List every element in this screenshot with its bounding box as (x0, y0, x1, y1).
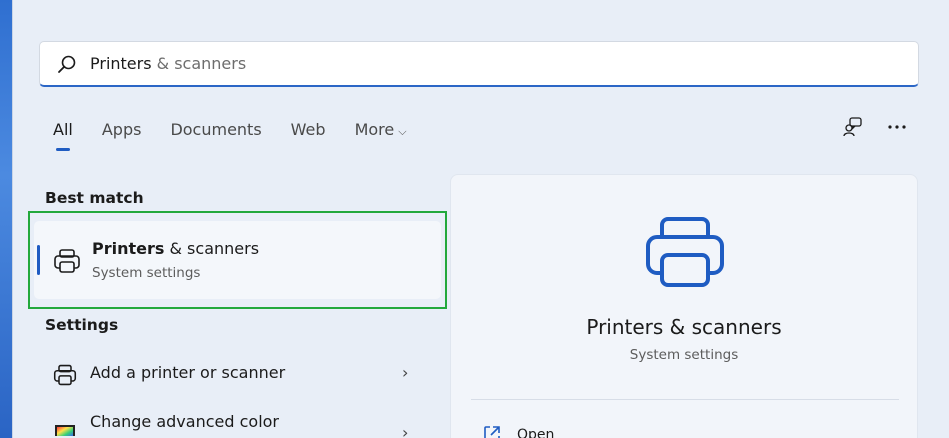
tab-more-label: More (354, 120, 395, 139)
search-input[interactable]: Printers & scanners (90, 54, 246, 73)
desktop-wallpaper-edge (0, 0, 12, 438)
list-item-advanced-color[interactable]: Change advanced color › (40, 401, 432, 438)
detail-subtitle: System settings (629, 347, 739, 363)
best-match-heading: Best match (45, 189, 144, 207)
best-match-item[interactable]: Printers & scanners System settings (34, 221, 441, 299)
color-settings-icon (55, 425, 75, 436)
settings-heading: Settings (45, 316, 119, 334)
best-match-highlight: Printers & scanners System settings (28, 211, 447, 309)
tab-all[interactable]: All (53, 120, 73, 151)
best-match-subtitle: System settings (92, 265, 201, 281)
chevron-right-icon: › (402, 423, 409, 438)
best-match-title: Printers & scanners (92, 239, 259, 258)
chevron-down-icon: ⌵ (398, 125, 407, 138)
list-item-label: Change advanced color (90, 412, 279, 431)
search-icon (58, 55, 76, 73)
search-query-rest: & scanners (151, 54, 247, 73)
best-match-title-rest: & scanners (164, 239, 260, 258)
detail-title: Printers & scanners (586, 315, 782, 339)
list-item-add-printer[interactable]: Add a printer or scanner › (40, 352, 432, 396)
tab-more[interactable]: More ⌵ (355, 120, 407, 150)
search-query-main: Printers (90, 54, 152, 73)
best-match-title-bold: Printers (92, 239, 165, 258)
printer-icon (53, 364, 77, 386)
tab-apps[interactable]: Apps (102, 120, 142, 150)
top-actions (842, 116, 908, 138)
more-options-icon[interactable] (886, 116, 908, 138)
filter-tabs: All Apps Documents Web More ⌵ (53, 120, 436, 151)
open-label: Open (517, 427, 555, 438)
feedback-icon[interactable] (842, 116, 864, 138)
printer-icon (54, 249, 80, 273)
tab-web[interactable]: Web (291, 120, 326, 150)
open-external-icon (484, 426, 500, 438)
printer-large-icon (646, 217, 724, 287)
search-box[interactable]: Printers & scanners (39, 41, 919, 87)
list-item-label: Add a printer or scanner (90, 363, 286, 382)
selection-indicator (37, 245, 40, 275)
tab-documents[interactable]: Documents (170, 120, 261, 150)
chevron-right-icon: › (402, 363, 409, 382)
divider (471, 399, 899, 400)
detail-pane: Printers & scanners System settings Open (450, 174, 918, 438)
